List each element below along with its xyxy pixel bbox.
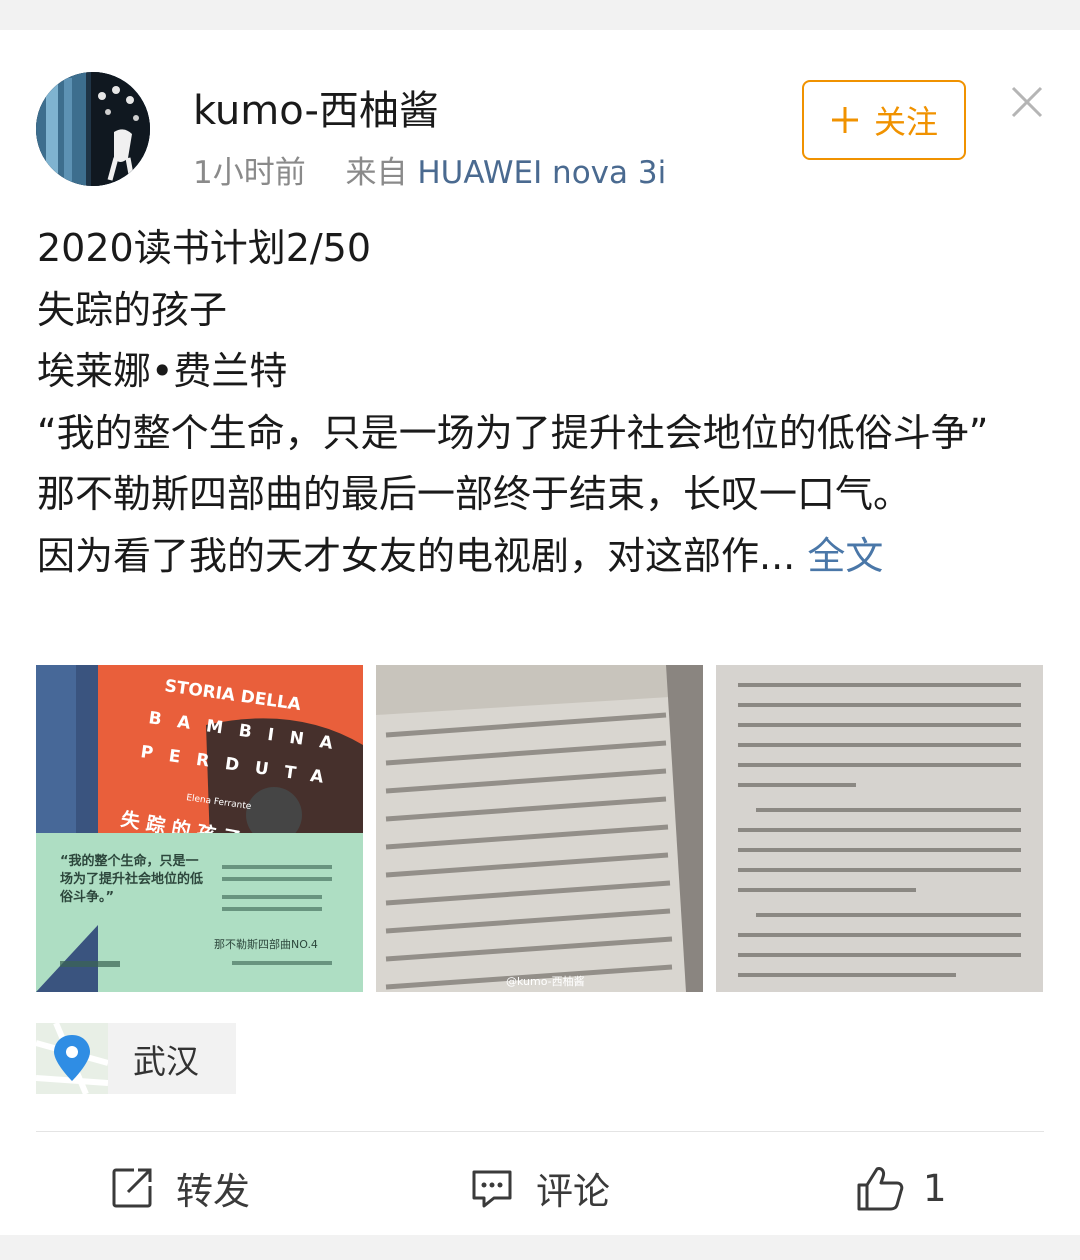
book-page-photo: @kumo-西柚酱 bbox=[376, 665, 703, 992]
post-body: 2020读书计划2/50 失踪的孩子 埃莱娜•费兰特 “我的整个生命，只是一场为… bbox=[37, 218, 1047, 587]
close-button[interactable] bbox=[1007, 82, 1047, 122]
post-line-2: 失踪的孩子 bbox=[37, 287, 228, 332]
post-line-5: 那不勒斯四部曲的最后一部终于结束，长叹一口气。 bbox=[37, 472, 912, 516]
book-page-photo bbox=[716, 665, 1043, 992]
comment-button[interactable]: 评论 bbox=[470, 1158, 610, 1218]
post-meta: 1小时前 来自 HUAWEI nova 3i bbox=[193, 147, 666, 192]
location-name: 武汉 bbox=[133, 1042, 199, 1081]
post-line-6: 因为看了我的天才女友的电视剧，对这部作... 全文 bbox=[37, 526, 1047, 588]
source-prefix: 来自 bbox=[345, 155, 408, 191]
like-count: 1 bbox=[923, 1166, 947, 1210]
avatar-image bbox=[36, 72, 150, 186]
post-line-3: 埃莱娜•费兰特 bbox=[37, 349, 288, 393]
post-time: 1小时前 bbox=[193, 155, 306, 191]
follow-button[interactable]: 关注 bbox=[802, 80, 966, 160]
location-tag[interactable]: 武汉 bbox=[36, 1023, 236, 1094]
post-line-1: 2020读书计划2/50 bbox=[37, 226, 372, 270]
image-watermark: @kumo-西柚酱 bbox=[506, 974, 585, 988]
map-pin-icon bbox=[36, 1023, 108, 1094]
like-button[interactable]: 1 bbox=[855, 1158, 947, 1218]
user-avatar[interactable] bbox=[36, 72, 150, 186]
post-image-book-cover[interactable]: STORIA DELLA BAMBINA PERDUTA Elena Ferra… bbox=[36, 665, 363, 992]
comment-label: 评论 bbox=[536, 1170, 610, 1213]
post-image-page-3[interactable] bbox=[716, 665, 1043, 992]
weibo-post-card: kumo-西柚酱 1小时前 来自 HUAWEI nova 3i 关注 2020读… bbox=[0, 30, 1080, 1235]
divider bbox=[36, 1131, 1044, 1132]
plus-icon bbox=[831, 107, 858, 133]
repost-button[interactable]: 转发 bbox=[110, 1158, 250, 1218]
repost-icon bbox=[112, 1168, 152, 1208]
fulltext-link[interactable]: 全文 bbox=[807, 534, 883, 578]
close-icon bbox=[1011, 86, 1043, 118]
post-line-4: “我的整个生命，只是一场为了提升社会地位的低俗斗争” bbox=[37, 410, 989, 455]
thumbs-up-icon bbox=[857, 1167, 904, 1211]
follow-label: 关注 bbox=[873, 103, 938, 141]
post-last-line: 因为看了我的天才女友的电视剧，对这部作... bbox=[37, 533, 796, 578]
post-image-page-2[interactable]: @kumo-西柚酱 bbox=[376, 665, 703, 992]
device-source[interactable]: HUAWEI nova 3i bbox=[417, 155, 666, 191]
comment-icon bbox=[472, 1170, 512, 1208]
username[interactable]: kumo-西柚酱 bbox=[193, 78, 439, 136]
repost-label: 转发 bbox=[176, 1170, 250, 1213]
book-cover-photo: STORIA DELLA BAMBINA PERDUTA Elena Ferra… bbox=[36, 665, 363, 992]
